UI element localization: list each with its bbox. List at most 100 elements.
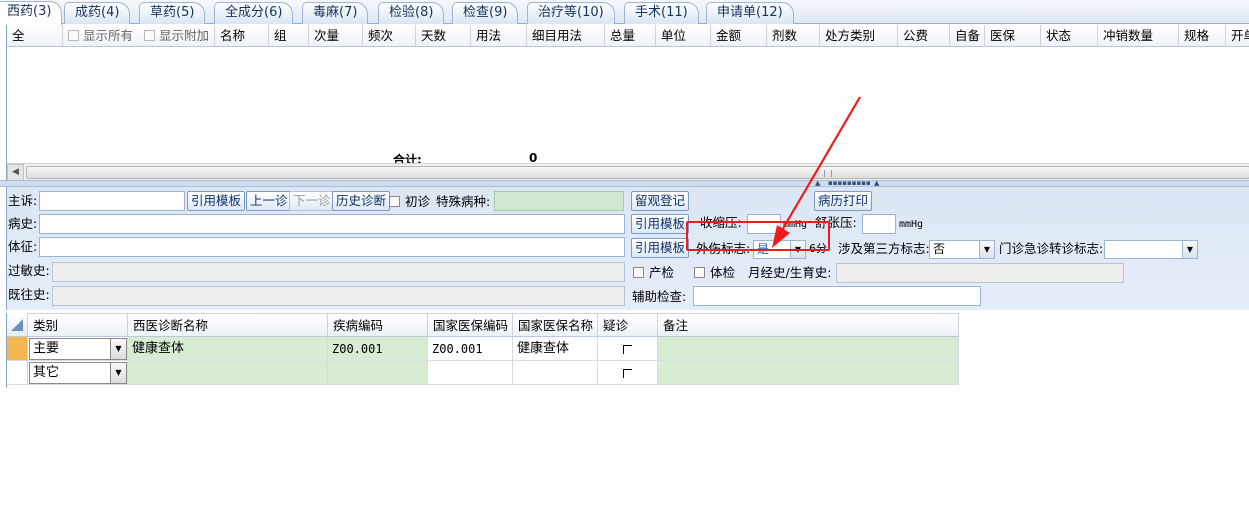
prenatal-checkbox[interactable] xyxy=(633,267,644,278)
physical-signs-input[interactable] xyxy=(39,237,625,257)
diag-col-insurance-code[interactable]: 国家医保编码 xyxy=(428,313,513,337)
chevron-down-icon[interactable]: ▼ xyxy=(979,241,994,258)
col-amount[interactable]: 金额 xyxy=(711,25,767,47)
diag-col-insurance-name[interactable]: 国家医保名称 xyxy=(513,313,598,337)
prenatal-label: 产检 xyxy=(649,265,675,280)
menstrual-history-input[interactable] xyxy=(836,263,1124,283)
diag-col-suspected[interactable]: 疑诊 xyxy=(598,313,658,337)
allergy-history-input[interactable] xyxy=(52,262,625,282)
chief-complaint-input[interactable] xyxy=(39,191,185,211)
suspected-checkbox[interactable] xyxy=(623,345,632,354)
tab-surgery[interactable]: 手术(11) xyxy=(624,2,699,24)
past-history-input[interactable] xyxy=(52,286,625,306)
insurance-name-cell[interactable] xyxy=(513,361,598,385)
col-group[interactable]: 组 xyxy=(269,25,309,47)
medical-history-label: 病史: xyxy=(8,216,38,231)
tab-full-ingredients[interactable]: 全成分(6) xyxy=(214,2,294,24)
third-party-select[interactable]: 否 ▼ xyxy=(929,240,995,259)
col-rx-category[interactable]: 处方类别 xyxy=(820,25,898,47)
disease-code-cell[interactable]: Z00.001 xyxy=(328,337,428,361)
aux-exam-label: 辅助检查: xyxy=(632,289,687,304)
col-usage[interactable]: 用法 xyxy=(471,25,527,47)
diag-col-remarks[interactable]: 备注 xyxy=(658,313,959,337)
col-self-supply[interactable]: 自备 xyxy=(950,25,985,47)
col-frequency[interactable]: 频次 xyxy=(363,25,416,47)
transfer-flag-select[interactable]: ▼ xyxy=(1104,240,1198,259)
grid-corner-icon[interactable] xyxy=(7,313,28,337)
diagnosis-name-cell[interactable]: 健康查体 xyxy=(128,337,328,361)
remarks-cell[interactable] xyxy=(658,337,959,361)
category-select[interactable]: 主要 ▼ xyxy=(29,338,127,360)
show-all-toggle[interactable]: 显示所有 xyxy=(63,25,139,47)
row-header[interactable] xyxy=(7,361,28,385)
col-status[interactable]: 状态 xyxy=(1041,25,1098,47)
tab-applications[interactable]: 申请单(12) xyxy=(706,2,794,24)
tab-western-medicine[interactable]: 西药(3) xyxy=(0,1,63,25)
col-doses-count[interactable]: 剂数 xyxy=(767,25,820,47)
tab-examinations[interactable]: 检查(9) xyxy=(452,2,519,24)
col-unit[interactable]: 单位 xyxy=(656,25,711,47)
cite-template-button-3[interactable]: 引用模板 xyxy=(631,238,690,258)
chevron-down-icon[interactable]: ▼ xyxy=(110,339,126,359)
print-record-button[interactable]: 病历打印 xyxy=(814,191,873,211)
tab-herbal-medicine[interactable]: 草药(5) xyxy=(139,2,206,24)
show-extra-checkbox[interactable] xyxy=(144,30,155,41)
insurance-code-cell[interactable] xyxy=(428,361,513,385)
remarks-cell[interactable] xyxy=(658,361,959,385)
tab-strip: 西药(3) 成药(4) 草药(5) 全成分(6) 毒麻(7) 检验(8) 检查(… xyxy=(0,0,1249,25)
horizontal-scrollbar[interactable]: ◀ xyxy=(7,163,1249,181)
insurance-name-cell[interactable]: 健康查体 xyxy=(513,337,598,361)
special-disease-input[interactable] xyxy=(494,191,624,211)
suspected-cell[interactable] xyxy=(598,337,658,361)
tab-lab-tests[interactable]: 检验(8) xyxy=(378,2,445,24)
diastolic-input[interactable] xyxy=(862,214,896,234)
tab-treatments[interactable]: 治疗等(10) xyxy=(527,2,615,24)
category-select[interactable]: 其它 ▼ xyxy=(29,362,127,384)
col-name[interactable]: 名称 xyxy=(215,25,269,47)
insurance-code-cell[interactable]: Z00.001 xyxy=(428,337,513,361)
diag-col-name[interactable]: 西医诊断名称 xyxy=(128,313,328,337)
col-insurance[interactable]: 医保 xyxy=(985,25,1041,47)
chevron-down-icon[interactable]: ▼ xyxy=(1182,241,1197,258)
col-writeoff-qty[interactable]: 冲销数量 xyxy=(1098,25,1179,47)
scrollbar-thumb[interactable] xyxy=(26,166,1249,179)
col-select-all[interactable]: 全 xyxy=(7,25,63,47)
first-visit-checkbox[interactable] xyxy=(389,196,400,207)
panel-splitter[interactable]: ▲ ▪▪▪▪▪▪▪▪▪ ▲ xyxy=(0,180,1249,187)
suspected-checkbox[interactable] xyxy=(623,369,632,378)
col-ordered[interactable]: 开单 xyxy=(1226,25,1249,47)
tab-patent-medicine[interactable]: 成药(4) xyxy=(64,2,131,24)
diag-col-code[interactable]: 疾病编码 xyxy=(328,313,428,337)
aux-exam-input[interactable] xyxy=(693,286,981,306)
cite-template-button-1[interactable]: 引用模板 xyxy=(187,191,246,211)
tab-narcotics[interactable]: 毒麻(7) xyxy=(302,2,369,24)
row-header-current[interactable] xyxy=(7,337,28,361)
diag-col-category[interactable]: 类别 xyxy=(28,313,128,337)
next-visit-button[interactable]: 下一诊 xyxy=(289,191,335,211)
prev-visit-button[interactable]: 上一诊 xyxy=(246,191,292,211)
col-spec[interactable]: 规格 xyxy=(1179,25,1226,47)
history-diagnosis-button[interactable]: 历史诊断 xyxy=(332,191,391,211)
observation-register-button[interactable]: 留观登记 xyxy=(631,191,690,211)
suspected-cell[interactable] xyxy=(598,361,658,385)
col-detailed-usage[interactable]: 细目用法 xyxy=(527,25,605,47)
col-public-expense[interactable]: 公费 xyxy=(898,25,950,47)
allergy-history-label: 过敏史: xyxy=(8,263,50,278)
diagnosis-name-cell[interactable] xyxy=(128,361,328,385)
first-visit-label: 初诊 xyxy=(405,194,431,209)
chevron-down-icon[interactable]: ▼ xyxy=(110,363,126,383)
physical-exam-checkbox[interactable] xyxy=(694,267,705,278)
col-days[interactable]: 天数 xyxy=(416,25,471,47)
cite-template-button-2[interactable]: 引用模板 xyxy=(631,214,690,234)
medical-history-input[interactable] xyxy=(39,214,625,234)
splitter-grip-icon: ▪▪▪▪▪▪▪▪▪ xyxy=(828,179,871,187)
scroll-left-arrow-icon[interactable]: ◀ xyxy=(7,164,24,181)
splitter-up-arrow-icon-2[interactable]: ▲ xyxy=(874,180,879,187)
col-total[interactable]: 总量 xyxy=(605,25,656,47)
physical-signs-label: 体征: xyxy=(8,239,38,254)
show-all-checkbox[interactable] xyxy=(68,30,79,41)
disease-code-cell[interactable] xyxy=(328,361,428,385)
splitter-up-arrow-icon[interactable]: ▲ xyxy=(815,180,820,187)
col-dose[interactable]: 次量 xyxy=(309,25,363,47)
show-extra-toggle[interactable]: 显示附加 xyxy=(139,25,215,47)
